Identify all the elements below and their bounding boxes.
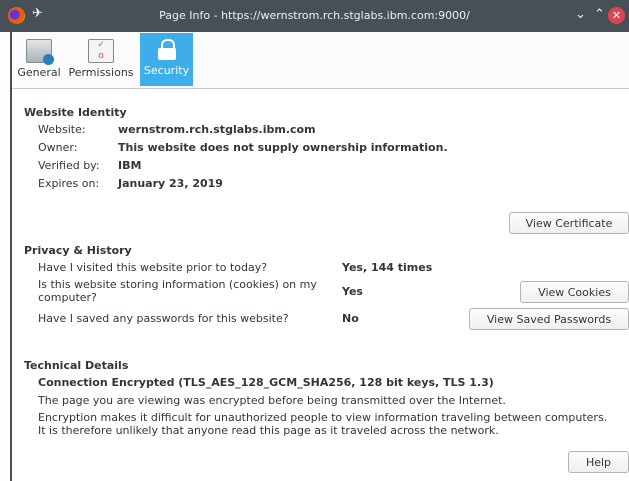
tab-general-label: General — [17, 66, 61, 79]
privacy-history-heading: Privacy & History — [24, 244, 132, 257]
cookies-question-line2: computer? — [38, 291, 97, 304]
owner-value: This website does not supply ownership i… — [118, 141, 448, 154]
website-value: wernstrom.rch.stglabs.ibm.com — [118, 123, 316, 136]
tab-permissions[interactable]: ✓ o Permissions — [64, 33, 138, 86]
view-saved-passwords-button[interactable]: View Saved Passwords — [469, 308, 629, 330]
close-button[interactable]: ✕ — [608, 7, 625, 24]
tab-permissions-label: Permissions — [68, 66, 134, 79]
visited-question: Have I visited this website prior to tod… — [38, 261, 268, 274]
cookies-answer: Yes — [342, 285, 363, 298]
encryption-info-line2: Encryption makes it difficult for unauth… — [38, 411, 608, 424]
window-titlebar[interactable]: ✈ Page Info - https://wernstrom.rch.stgl… — [0, 0, 629, 32]
page-info-dialog: General ✓ o Permissions Security Website … — [10, 32, 629, 481]
tab-security-label: Security — [143, 64, 190, 77]
minimize-button[interactable]: ⌄ — [575, 7, 586, 22]
owner-label: Owner: — [38, 141, 78, 154]
verified-by-value: IBM — [118, 159, 142, 172]
verified-by-label: Verified by: — [38, 159, 100, 172]
tab-security[interactable]: Security — [140, 33, 193, 86]
passwords-answer: No — [342, 312, 359, 325]
encryption-info-line1: The page you are viewing was encrypted b… — [38, 394, 506, 407]
security-panel: Website Identity Website: wernstrom.rch.… — [24, 98, 629, 481]
page-info-icon — [26, 39, 54, 65]
tab-general[interactable]: General — [14, 33, 64, 86]
cookies-question-line1: Is this website storing information (coo… — [38, 278, 317, 291]
lock-icon — [155, 39, 179, 61]
maximize-button[interactable]: ⌃ — [594, 7, 605, 22]
encryption-info-line3: It is therefore unlikely that anyone rea… — [38, 424, 499, 437]
window-title: Page Info - https://wernstrom.rch.stglab… — [159, 9, 470, 22]
website-label: Website: — [38, 123, 86, 136]
connection-status: Connection Encrypted (TLS_AES_128_GCM_SH… — [38, 376, 494, 389]
view-cookies-button[interactable]: View Cookies — [520, 281, 629, 303]
passwords-question: Have I saved any passwords for this webs… — [38, 312, 289, 325]
view-certificate-button[interactable]: View Certificate — [509, 212, 629, 234]
tab-toolbar: General ✓ o Permissions Security — [12, 32, 629, 89]
permissions-icon: ✓ o — [88, 39, 114, 63]
website-identity-heading: Website Identity — [24, 106, 127, 119]
visited-answer: Yes, 144 times — [342, 261, 433, 274]
expires-label: Expires on: — [38, 177, 100, 190]
expires-value: January 23, 2019 — [118, 177, 223, 190]
technical-details-heading: Technical Details — [24, 359, 129, 372]
help-button[interactable]: Help — [568, 451, 629, 473]
